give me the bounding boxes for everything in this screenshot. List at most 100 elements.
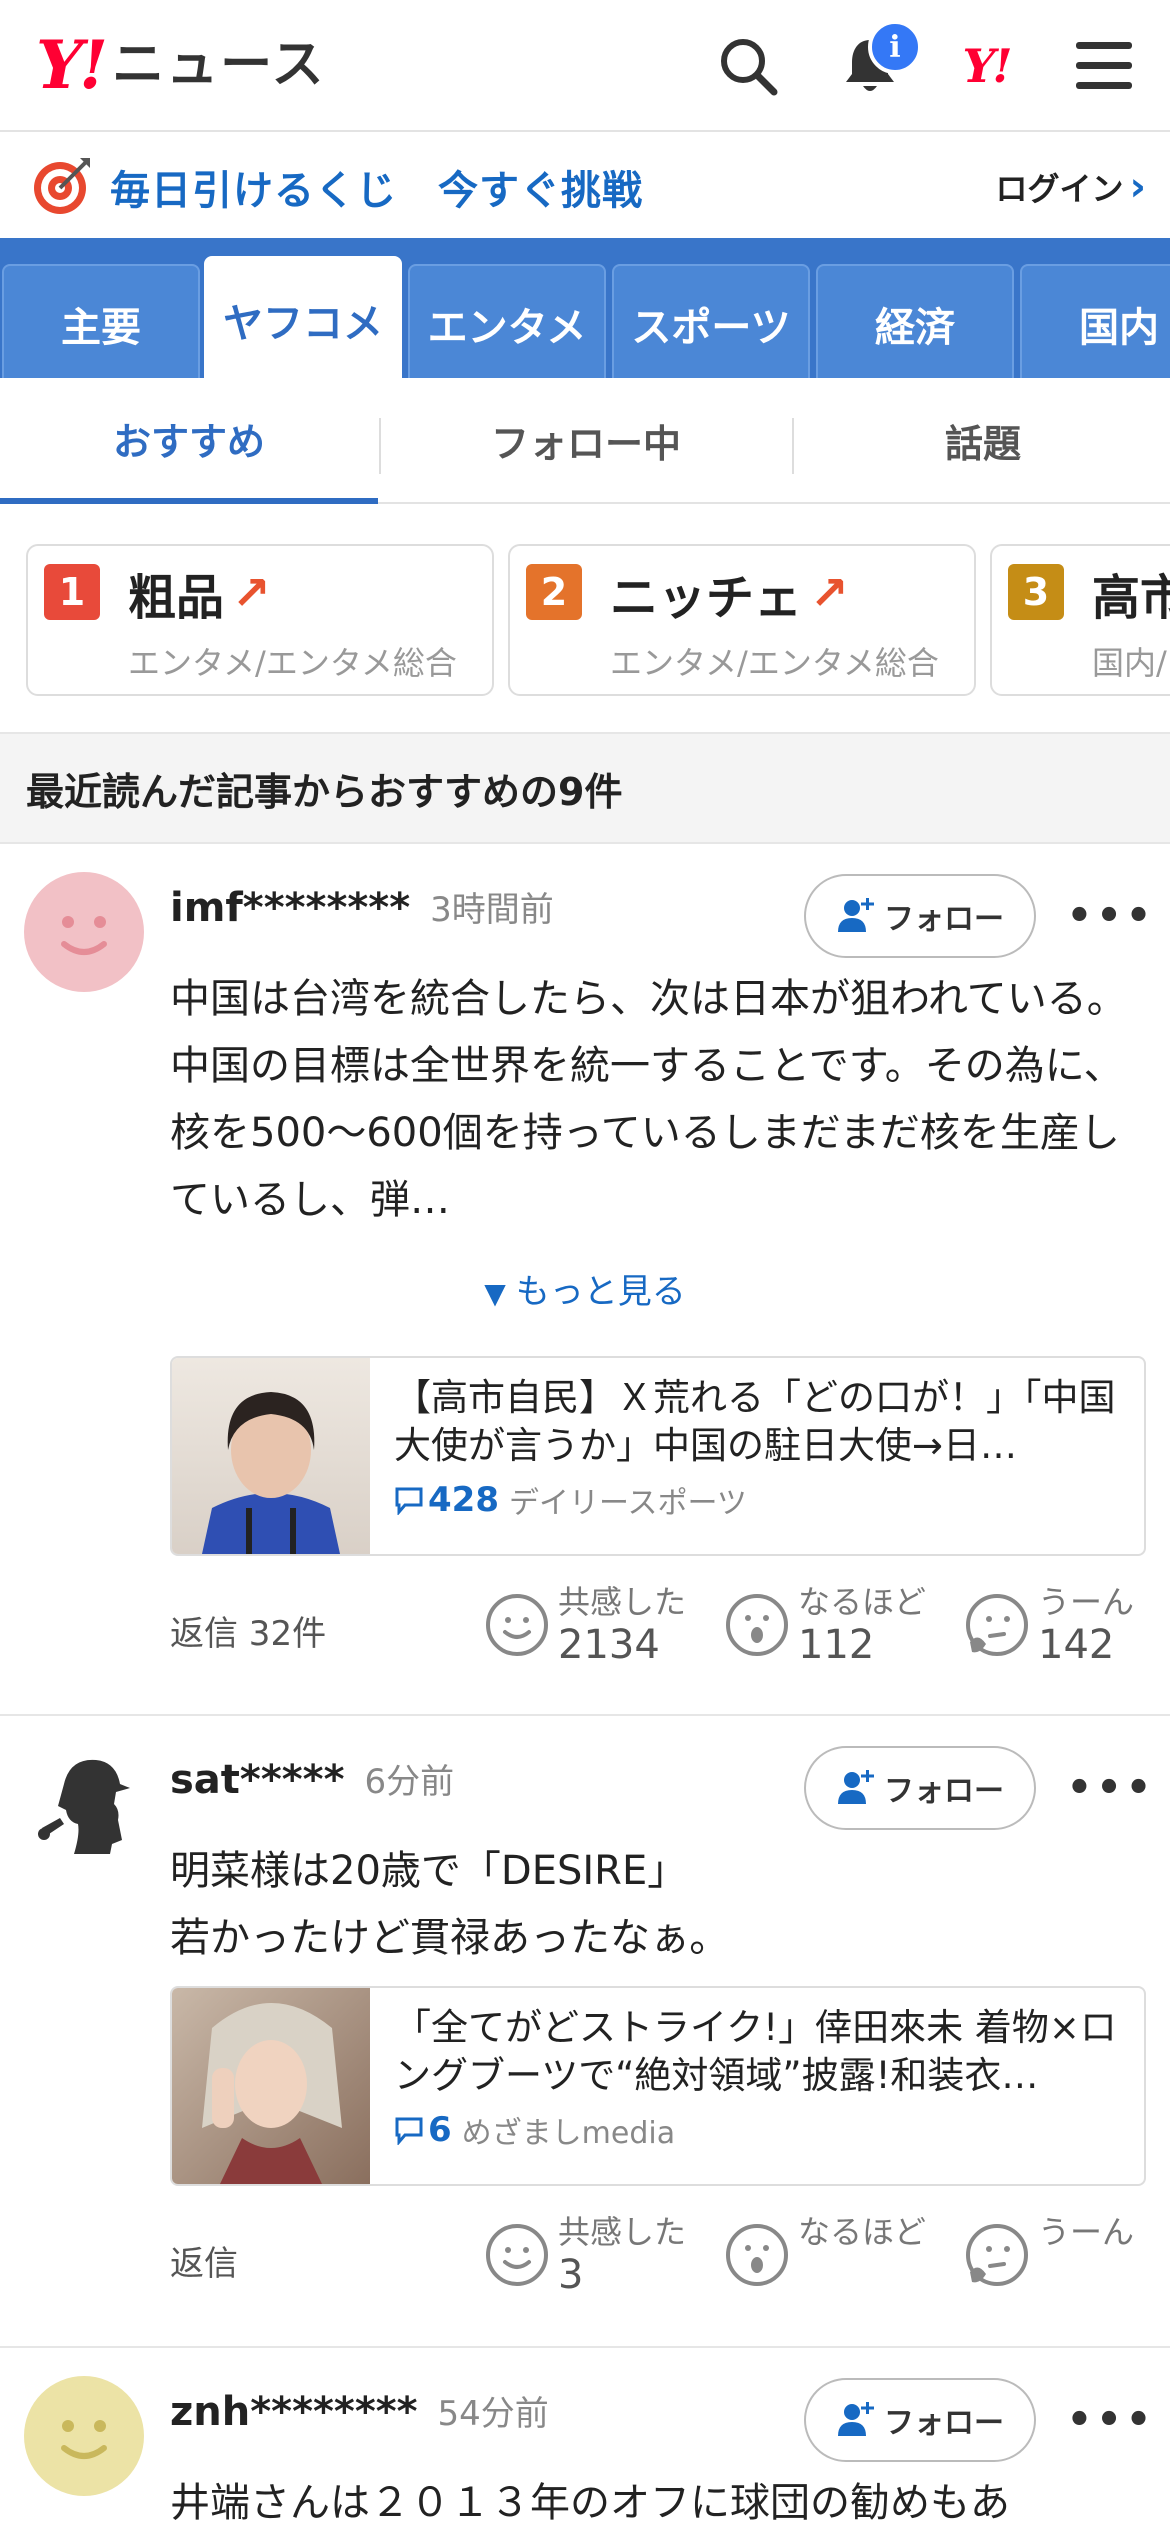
tab-main[interactable]: 主要 — [2, 264, 200, 378]
rank-category: 国内/ — [1092, 644, 1167, 682]
login-label: ログイン — [995, 170, 1124, 208]
more-options-icon[interactable]: ••• — [1067, 1758, 1152, 1818]
yahoo-news-logo[interactable]: Y! ニュース — [36, 30, 326, 100]
comment-count-value: 428 — [428, 1480, 499, 1520]
follow-label: フォロー — [884, 1774, 1004, 1809]
rank-number: 3 — [1008, 564, 1064, 620]
username-text: sat***** — [170, 1757, 345, 1803]
add-user-icon — [838, 1770, 874, 1804]
follow-button[interactable]: フォロー — [804, 1746, 1036, 1830]
username[interactable]: znh******** 54分前 — [170, 2386, 549, 2435]
tab-sports[interactable]: スポーツ — [612, 264, 810, 378]
reply-link[interactable]: 返信 32件 — [170, 1606, 326, 1655]
comment-count: 6 — [394, 2110, 452, 2150]
comment-card: znh******** 54分前 フォロー ••• 井端さんは２０１３年のオフに… — [0, 2350, 1170, 2532]
comment-count: 428 — [394, 1480, 499, 1520]
reaction-insightful[interactable]: なるほど — [724, 2212, 926, 2288]
reaction-insightful[interactable]: なるほど 112 — [724, 1582, 926, 1668]
follow-button[interactable]: フォロー — [804, 2378, 1036, 2462]
tab-recommended[interactable]: おすすめ — [0, 378, 378, 504]
post-time: 6分前 — [364, 1762, 455, 1802]
tab-divider — [379, 418, 381, 474]
tab-divider — [792, 418, 794, 474]
add-user-icon — [838, 898, 874, 932]
surprised-face-icon — [726, 1594, 788, 1656]
rank-number: 1 — [44, 564, 100, 620]
rank-title-text: 粗品 — [128, 570, 225, 626]
smile-icon — [486, 2224, 548, 2286]
post-time: 54分前 — [437, 2394, 549, 2434]
tab-economy[interactable]: 経済 — [816, 264, 1014, 378]
rank-category: エンタメ/エンタメ総合 — [610, 644, 939, 682]
more-options-icon[interactable]: ••• — [1067, 886, 1152, 946]
avatar[interactable] — [24, 872, 144, 992]
logo-text: ニュース — [112, 35, 326, 95]
hamburger-menu-icon[interactable] — [1068, 30, 1140, 102]
comment-count-value: 6 — [428, 2110, 452, 2150]
comment-body: 明菜様は20歳で「DESIRE」 若かったけど貫禄あったなぁ。 — [170, 1848, 730, 1961]
avatar[interactable] — [24, 1744, 144, 1864]
reaction-hmm[interactable]: うーん 142 — [964, 1582, 1134, 1668]
yahoo-logo-icon[interactable]: Y! — [950, 30, 1022, 102]
comment-body: 井端さんは２０１３年のオフに球団の勧めもあ — [170, 2480, 1010, 2526]
trend-up-icon: ↗ — [810, 566, 849, 620]
username-text: znh******** — [170, 2389, 418, 2435]
see-more-link[interactable]: ▼ もっと見る — [0, 1264, 1170, 1313]
logo-mark: Y! — [36, 26, 108, 104]
thinking-face-icon — [966, 1594, 1028, 1656]
tab-entertainment[interactable]: エンタメ — [408, 264, 606, 378]
ranking-card[interactable]: 1 粗品 ↗ エンタメ/エンタメ総合 — [26, 544, 494, 696]
article-thumbnail — [172, 1988, 370, 2184]
reaction-label: なるほど — [798, 1583, 927, 1621]
rank-title: 粗品 ↗ — [128, 558, 271, 628]
reaction-hmm[interactable]: うーん — [964, 2212, 1134, 2288]
linked-article[interactable]: 【高市自民】Ｘ荒れる「どの口が！」「中国大使が言うか」中国の駐日大使→日… 42… — [170, 1356, 1146, 1556]
notification-badge[interactable]: i — [868, 20, 922, 74]
sub-tab-bar: おすすめ フォロー中 話題 — [0, 378, 1170, 504]
rank-category: エンタメ/エンタメ総合 — [128, 644, 457, 682]
app-header: Y! ニュース i Y! — [0, 0, 1170, 132]
rank-title-text: 高市 — [1092, 570, 1170, 626]
reaction-label: 共感した — [558, 1583, 687, 1621]
tab-topics[interactable]: 話題 — [796, 378, 1170, 502]
tab-domestic[interactable]: 国内 — [1020, 264, 1170, 378]
follow-button[interactable]: フォロー — [804, 874, 1036, 958]
reaction-count: 2134 — [558, 1622, 660, 1668]
username[interactable]: imf******** 3時間前 — [170, 882, 554, 931]
surprised-face-icon — [726, 2224, 788, 2286]
lottery-text[interactable]: 毎日引けるくじ 今すぐ挑戦 — [110, 158, 643, 216]
reaction-label: うーん — [1038, 1583, 1135, 1621]
trend-up-icon: ↗ — [232, 566, 271, 620]
add-user-icon — [838, 2402, 874, 2436]
article-thumbnail — [172, 1358, 370, 1554]
reaction-label: うーん — [1038, 2213, 1135, 2251]
search-icon[interactable] — [712, 30, 784, 102]
reaction-empathy[interactable]: 共感した 3 — [484, 2212, 686, 2298]
rank-title-text: ニッチェ — [610, 570, 803, 626]
tab-following[interactable]: フォロー中 — [382, 378, 790, 502]
article-source: めざましmedia — [461, 2116, 676, 2151]
follow-label: フォロー — [884, 902, 1004, 937]
ranking-carousel[interactable]: 1 粗品 ↗ エンタメ/エンタメ総合 2 ニッチェ ↗ エンタメ/エンタメ総合 3 … — [0, 504, 1170, 730]
reply-link[interactable]: 返信 — [170, 2236, 238, 2285]
speech-bubble-icon — [395, 1487, 423, 1515]
avatar[interactable] — [24, 2376, 144, 2496]
reaction-count: 112 — [798, 1622, 875, 1668]
tab-yahoo-comments[interactable]: ヤフコメ — [204, 256, 402, 378]
username[interactable]: sat***** 6分前 — [170, 1754, 454, 1803]
ranking-card[interactable]: 3 高市 国内/ — [990, 544, 1170, 696]
article-meta: 6 めざましmedia — [394, 2108, 675, 2152]
thinking-face-icon — [966, 2224, 1028, 2286]
follow-label: フォロー — [884, 2406, 1004, 2441]
ranking-card[interactable]: 2 ニッチェ ↗ エンタメ/エンタメ総合 — [508, 544, 976, 696]
more-options-icon[interactable]: ••• — [1067, 2390, 1152, 2450]
article-meta: 428 デイリースポーツ — [394, 1478, 747, 1522]
lottery-banner[interactable]: 毎日引けるくじ 今すぐ挑戦 ログイン › — [0, 134, 1170, 238]
linked-article[interactable]: 「全てがどストライク!」倖田來未 着物×ロングブーツで“絶対領域”披露!和装衣…… — [170, 1986, 1146, 2186]
section-heading: 最近読んだ記事からおすすめの9件 — [0, 732, 1170, 844]
reaction-count: 3 — [558, 2252, 584, 2298]
article-title: 【高市自民】Ｘ荒れる「どの口が！」「中国大使が言うか」中国の駐日大使→日… — [394, 1376, 1116, 1467]
reaction-empathy[interactable]: 共感した 2134 — [484, 1582, 686, 1668]
login-link[interactable]: ログイン › — [996, 164, 1147, 210]
comment-card: imf******** 3時間前 フォロー ••• 中国は台湾を統合したら、次は… — [0, 846, 1170, 1716]
